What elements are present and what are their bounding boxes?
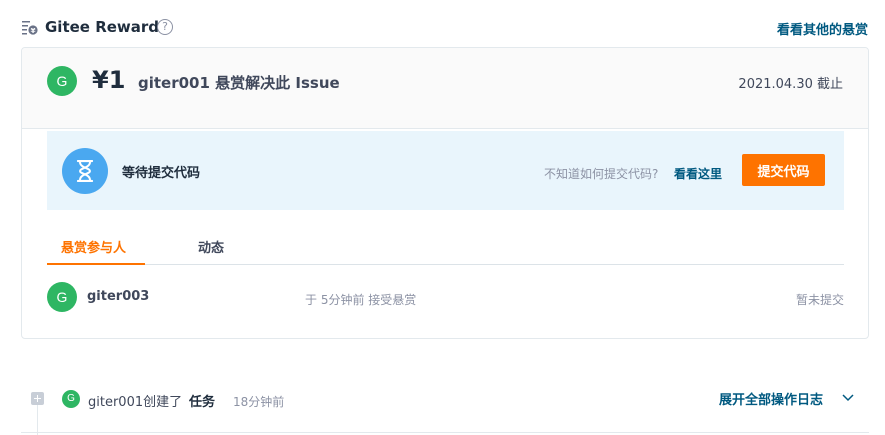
active-tab-indicator <box>47 263 145 265</box>
status-panel: 等待提交代码 不知道如何提交代码? 看看这里 提交代码 <box>47 131 844 210</box>
participant-status: 暂未提交 <box>795 293 844 307</box>
participant-name[interactable]: giter003 <box>87 289 149 304</box>
avatar[interactable]: G <box>62 390 80 408</box>
reward-list-icon: ¥ <box>22 21 38 35</box>
status-text: 等待提交代码 <box>122 166 201 181</box>
plus-square-icon[interactable] <box>31 392 44 405</box>
question-circle-icon[interactable]: ? <box>157 19 173 35</box>
expand-all-logs-link[interactable]: 展开全部操作日志 <box>719 389 823 408</box>
chevron-down-icon[interactable] <box>841 390 855 404</box>
timeline-line <box>37 405 38 435</box>
avatar[interactable]: G <box>47 66 77 96</box>
page-title: Gitee Reward <box>45 18 160 36</box>
participant-row: G giter003 于 5分钟前 接受悬赏 暂未提交 <box>47 280 844 314</box>
participant-accept-time: 于 5分钟前 接受悬赏 <box>305 293 417 307</box>
view-other-rewards-link[interactable]: 看看其他的悬赏 <box>777 19 868 38</box>
hourglass-icon <box>62 148 108 194</box>
tab-activity[interactable]: 动态 <box>198 237 224 256</box>
divider <box>21 432 869 433</box>
log-time: 18分钟前 <box>233 395 285 409</box>
submit-help-hint: 不知道如何提交代码? <box>544 167 659 181</box>
reward-tabs: 悬赏参与人 动态 <box>47 228 844 265</box>
svg-text:¥: ¥ <box>31 27 36 35</box>
reward-amount: ¥1 <box>92 66 126 94</box>
reward-title: giter001 悬赏解决此 Issue <box>138 74 340 92</box>
log-object: 任务 <box>189 395 216 410</box>
tab-participants[interactable]: 悬赏参与人 <box>61 237 126 256</box>
reward-card: G ¥1 giter001 悬赏解决此 Issue 2021.04.30 截止 … <box>21 47 869 339</box>
submit-code-button[interactable]: 提交代码 <box>742 154 825 186</box>
reward-header: ¥ Gitee Reward ? 看看其他的悬赏 <box>20 14 868 42</box>
log-actor-action: giter001创建了 <box>88 395 183 410</box>
submit-help-link[interactable]: 看看这里 <box>674 165 722 182</box>
avatar[interactable]: G <box>47 282 77 312</box>
reward-summary: G ¥1 giter001 悬赏解决此 Issue 2021.04.30 截止 <box>22 48 868 129</box>
reward-deadline: 2021.04.30 截止 <box>738 77 843 92</box>
